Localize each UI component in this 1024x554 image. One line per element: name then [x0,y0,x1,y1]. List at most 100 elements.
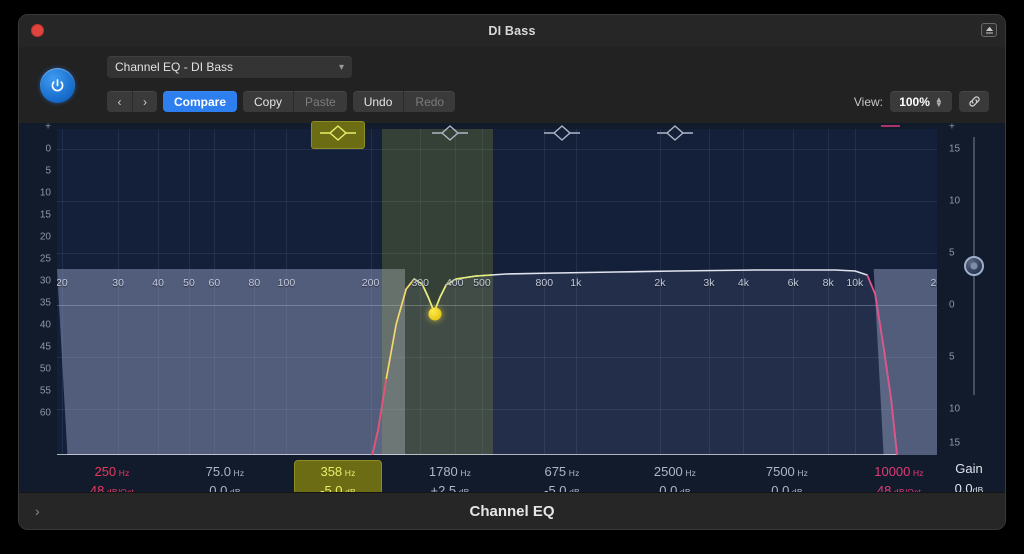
band-1-frequency[interactable]: 250 Hz [94,464,129,481]
stepper-updown-icon[interactable]: ▲ ▼ [935,95,943,108]
expand-window-icon[interactable] [981,23,997,37]
analyzer-scale-tick: 30 [39,275,51,287]
undo-button[interactable]: Undo [353,91,404,112]
band-handle-3[interactable] [312,122,364,148]
view-zoom-value: 100% [899,94,930,109]
link-icon[interactable] [959,91,989,112]
band-7-frequency[interactable]: 7500 Hz [766,464,808,481]
paste-button[interactable]: Paste [293,91,347,112]
next-preset-button[interactable]: › [132,91,157,112]
prev-preset-button[interactable]: ‹ [107,91,132,112]
power-icon[interactable] [40,68,75,103]
analyzer-scale-tick: 5 [45,165,51,177]
selected-band-control-point[interactable] [428,307,442,321]
frequency-axis-label: 4k [737,277,750,289]
lowshelf-icon [203,123,247,148]
master-gain-knob[interactable] [964,256,984,276]
band-8-frequency[interactable]: 10000 Hz [874,464,924,481]
band-handle-2[interactable] [199,122,251,148]
analyzer-scale-tick: + [45,121,51,133]
band-2-frequency-value: 75.0 [205,464,231,479]
window-title: DI Bass [488,24,536,38]
eq-curve [57,269,898,455]
band-4-frequency-value: 1780 [428,464,458,479]
eq-display: +0 5 10 15 20 25 30 35 40 45 50 55 60 20 30 40 50 60 80 10… [19,121,1005,523]
gain-scale-tick: 10 [949,195,961,207]
band-6-frequency-value: 2500 [653,464,683,479]
preset-nav-group: ‹ › [107,91,157,112]
gain-scale-tick: 15 [949,143,961,155]
band-6-frequency[interactable]: 2500 Hz [654,464,696,481]
copy-button[interactable]: Copy [243,91,293,112]
band-7-frequency-value: 7500 [765,464,795,479]
footer-expand-icon[interactable]: › [35,503,40,519]
gain-scale-tick: 5 [949,351,955,363]
master-gain-label: Gain [955,461,983,476]
peak-icon [428,123,472,148]
frequency-axis-label: 8k [822,277,834,289]
analyzer-scale-tick: 60 [39,407,51,419]
analyzer-scale-tick: 50 [39,363,51,375]
band-3-frequency-unit: Hz [342,468,356,478]
band-handle-5[interactable] [536,122,588,148]
frequency-axis-label: 400 [445,277,464,289]
preset-select-value: Channel EQ - DI Bass [115,60,234,74]
compare-button[interactable]: Compare [163,91,238,112]
frequency-axis-label: 2k [654,277,666,289]
view-group: View: 100% ▲ ▼ [854,91,989,112]
view-zoom-stepper[interactable]: 100% ▲ ▼ [890,91,952,112]
eq-graph[interactable]: 20 30 40 50 60 80 100 200 300 400 500 800 1k 2k 3k 4k 6k… [57,129,937,455]
band-3-frequency-value: 358 [320,464,343,479]
frequency-axis-label: 30 [112,277,124,289]
band-8-frequency-value: 10000 [874,464,911,479]
lowpass-icon [877,123,921,148]
band-2-frequency[interactable]: 75.0 Hz [206,464,245,481]
analyzer-scale-tick: 15 [39,209,51,221]
band-4-frequency[interactable]: 1780 Hz [429,464,471,481]
footer-plugin-name: Channel EQ [469,502,555,520]
frequency-axis-label: 50 [183,277,195,289]
gain-scale-tick: 0 [949,299,955,311]
gain-scale-axis: +15 10 5 0 5 10 15 [937,122,1005,455]
master-gain-slider[interactable] [964,137,984,395]
frequency-axis-label: 1k [570,277,582,289]
analyzer-scale-tick: 35 [39,297,51,309]
close-icon[interactable] [31,24,44,37]
frequency-axis-label: 6k [787,277,799,289]
gain-scale-tick: 10 [949,403,961,415]
toolbar-button-row: ‹ › Compare Copy Paste Undo Redo [107,91,456,112]
band-3-frequency[interactable]: 358 Hz [320,464,355,481]
band-handle-7[interactable] [761,122,813,148]
peak-icon [316,123,360,148]
preset-select[interactable]: Channel EQ - DI Bass ▾ [107,56,352,78]
frequency-axis-label: 800 [535,277,554,289]
highshelf-icon [765,123,809,148]
view-label: View: [853,94,883,109]
frequency-axis-label: 300 [411,277,429,289]
analyzer-scale-axis: +0 5 10 15 20 25 30 35 40 45 50 55 60 [19,121,57,455]
frequency-axis-label: 40 [152,277,164,289]
analyzer-scale-tick: 10 [39,187,51,199]
frequency-axis-label: 200 [361,277,380,289]
redo-button[interactable]: Redo [403,91,455,112]
band-5-frequency-unit: Hz [566,468,580,478]
band-handle-8[interactable] [873,122,925,148]
copy-paste-group: Copy Paste [243,91,347,112]
band-4-frequency-unit: Hz [457,468,472,478]
footer-bar: › Channel EQ [19,492,1005,529]
analyzer-scale-tick: 45 [39,341,51,353]
peak-icon [653,123,697,148]
analyzer-scale-tick: 0 [45,143,51,155]
frequency-axis-label: 100 [277,277,296,289]
band-8-frequency-unit: Hz [910,468,924,478]
analyzer-scale-tick: 40 [39,319,51,331]
band-5-frequency[interactable]: 675 Hz [544,464,579,481]
frequency-axis-label: 10k [846,277,864,289]
band-5-frequency-value: 675 [544,464,567,479]
highpass-icon [90,123,134,148]
frequency-axis-label: 500 [473,277,491,289]
band-handle-4[interactable] [424,122,476,148]
band-handle-1[interactable] [86,122,138,148]
band-handle-6[interactable] [649,122,701,148]
frequency-axis-label: 60 [208,277,221,289]
